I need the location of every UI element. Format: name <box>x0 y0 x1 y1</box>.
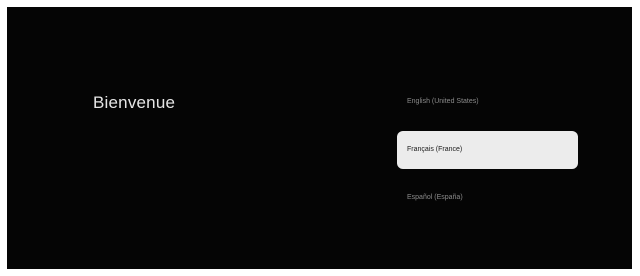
page-frame: Bienvenue English (United States) França… <box>0 0 640 276</box>
tv-screen: Bienvenue English (United States) França… <box>7 7 632 269</box>
language-list: English (United States) Français (France… <box>397 89 578 233</box>
language-option-french[interactable]: Français (France) <box>397 131 578 169</box>
welcome-title: Bienvenue <box>93 93 176 112</box>
language-option-spanish[interactable]: Español (España) <box>397 185 578 211</box>
language-option-english[interactable]: English (United States) <box>397 89 578 115</box>
